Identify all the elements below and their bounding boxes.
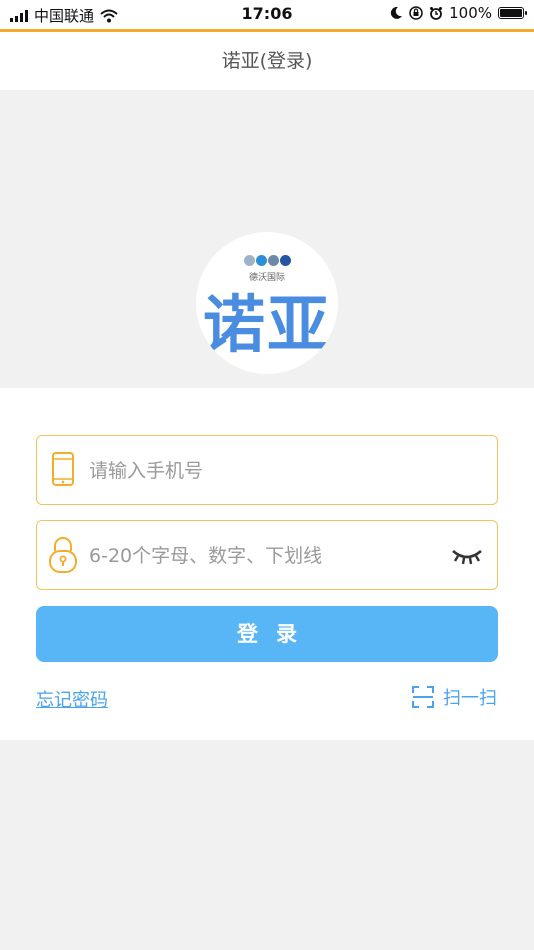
- scan-button[interactable]: 扫一扫: [411, 684, 497, 710]
- lock-icon: [49, 537, 77, 573]
- phone-field[interactable]: 请输入手机号: [36, 435, 498, 505]
- logo-dot: [280, 255, 291, 266]
- password-input[interactable]: 6-20个字母、数字、下划线: [89, 541, 322, 568]
- rotation-lock-icon: [409, 6, 423, 20]
- scan-icon: [412, 686, 434, 708]
- moon-icon: [390, 6, 403, 19]
- status-bar: 中国联通 17:06 100%: [0, 0, 534, 30]
- app-logo: 德沃国际 诺亚: [196, 232, 338, 374]
- battery-icon: [498, 7, 527, 19]
- logo-dot: [256, 255, 267, 266]
- battery-fill: [500, 9, 522, 17]
- password-field[interactable]: 6-20个字母、数字、下划线: [36, 520, 498, 590]
- logo-dots: [244, 255, 291, 266]
- logo-dot: [244, 255, 255, 266]
- alarm-icon: [430, 7, 443, 20]
- page-title: 诺亚(登录): [0, 32, 534, 90]
- login-form: 请输入手机号 6-20个字母、数字、下划线 登录 忘记密码 扫一扫: [0, 388, 534, 740]
- phone-icon: [52, 452, 74, 486]
- forgot-password-link[interactable]: 忘记密码: [36, 686, 108, 712]
- phone-input[interactable]: 请输入手机号: [89, 456, 203, 483]
- login-button[interactable]: 登录: [36, 606, 498, 662]
- status-right: 100%: [389, 4, 527, 22]
- logo-hero: 德沃国际 诺亚: [0, 90, 534, 388]
- eye-closed-icon[interactable]: [451, 545, 483, 567]
- logo-text: 诺亚: [202, 288, 331, 361]
- scan-label: 扫一扫: [443, 688, 497, 709]
- logo-dot: [268, 255, 279, 266]
- battery-percent: 100%: [449, 4, 492, 22]
